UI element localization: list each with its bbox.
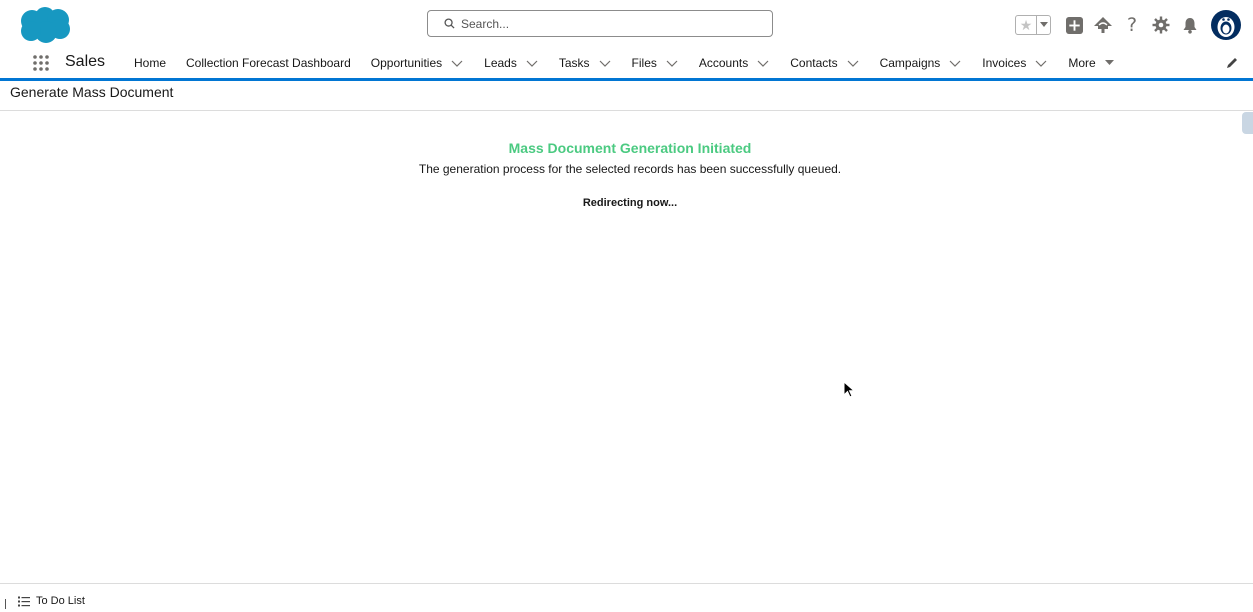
tab-more[interactable]: More xyxy=(1068,56,1114,70)
mouse-cursor-icon xyxy=(843,381,855,398)
search-icon xyxy=(444,18,455,29)
salesforce-logo[interactable] xyxy=(18,6,72,44)
utility-bar: To Do List xyxy=(0,583,1253,612)
app-name: Sales xyxy=(65,53,106,70)
tab-tasks[interactable]: Tasks xyxy=(559,56,611,70)
add-icon[interactable] xyxy=(1063,14,1085,36)
tab-label: Campaigns xyxy=(879,56,941,70)
tab-label: Accounts xyxy=(698,56,749,70)
chevron-down-icon[interactable] xyxy=(847,60,859,67)
status-title: Mass Document Generation Initiated xyxy=(508,140,752,156)
status-message: The generation process for the selected … xyxy=(418,162,842,176)
notifications-bell-icon[interactable] xyxy=(1179,14,1201,36)
chevron-down-icon[interactable] xyxy=(599,60,611,67)
user-avatar[interactable] xyxy=(1211,10,1241,40)
app-launcher-icon[interactable] xyxy=(32,54,50,72)
tab-collection-forecast-dashboard[interactable]: Collection Forecast Dashboard xyxy=(186,56,351,70)
caret-down-icon[interactable] xyxy=(1104,60,1114,66)
side-panel-toggle[interactable] xyxy=(1242,112,1253,134)
tab-files[interactable]: Files xyxy=(632,56,678,70)
favorites-dropdown-icon[interactable] xyxy=(1037,16,1050,34)
todo-list-button[interactable]: To Do List xyxy=(18,595,85,607)
tab-opportunities[interactable]: Opportunities xyxy=(371,56,463,70)
chevron-down-icon[interactable] xyxy=(666,60,678,67)
tab-label: Invoices xyxy=(982,56,1027,70)
page-header: Generate Mass Document xyxy=(0,81,1253,111)
tab-home[interactable]: Home xyxy=(134,56,166,70)
chevron-down-icon[interactable] xyxy=(1035,60,1047,67)
tab-label: Collection Forecast Dashboard xyxy=(186,56,351,70)
tab-leads[interactable]: Leads xyxy=(484,56,538,70)
tab-invoices[interactable]: Invoices xyxy=(982,56,1047,70)
tab-label: More xyxy=(1068,56,1096,70)
setup-gear-icon[interactable] xyxy=(1150,14,1172,36)
todo-list-label: To Do List xyxy=(36,595,85,607)
app-navigation-bar: Sales Home Collection Forecast Dashboard… xyxy=(0,48,1253,81)
tab-label: Leads xyxy=(484,56,517,70)
redirect-message: Redirecting now... xyxy=(582,197,678,209)
search-input[interactable] xyxy=(461,16,761,31)
generation-status-panel: Mass Document Generation Initiated The g… xyxy=(0,140,1253,209)
tab-label: Opportunities xyxy=(370,56,443,70)
chevron-down-icon[interactable] xyxy=(526,60,538,67)
tab-label: Tasks xyxy=(558,56,590,70)
tab-accounts[interactable]: Accounts xyxy=(699,56,769,70)
edit-nav-pencil-icon[interactable] xyxy=(1225,56,1239,70)
help-icon[interactable]: ? xyxy=(1121,14,1143,36)
favorites-star-icon[interactable]: ★ xyxy=(1016,16,1037,34)
global-search[interactable] xyxy=(427,10,773,37)
tab-label: Home xyxy=(134,56,167,70)
chevron-down-icon[interactable] xyxy=(949,60,961,67)
header-utility-icons: ★ ? xyxy=(1015,10,1241,40)
page-title: Generate Mass Document xyxy=(10,84,174,100)
favorites-button[interactable]: ★ xyxy=(1015,15,1051,35)
nav-tabs: Home Collection Forecast Dashboard Oppor… xyxy=(134,48,1114,78)
global-header: ★ ? xyxy=(0,0,1253,48)
tab-campaigns[interactable]: Campaigns xyxy=(880,56,962,70)
chevron-down-icon[interactable] xyxy=(757,60,769,67)
tab-contacts[interactable]: Contacts xyxy=(790,56,859,70)
chevron-down-icon[interactable] xyxy=(451,60,463,67)
utility-bar-edge xyxy=(5,599,6,609)
tab-label: Files xyxy=(631,56,657,70)
tab-label: Contacts xyxy=(790,56,838,70)
trailhead-icon[interactable] xyxy=(1092,14,1114,36)
list-icon xyxy=(18,596,30,606)
